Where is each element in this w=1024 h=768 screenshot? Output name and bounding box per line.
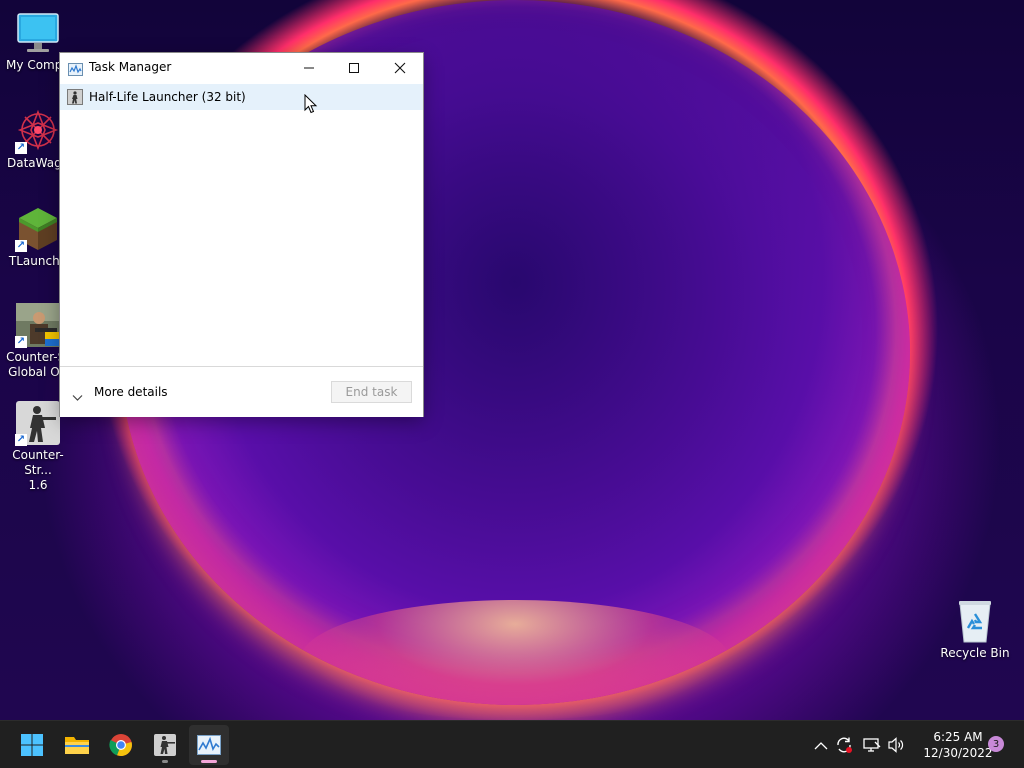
- process-name: Half-Life Launcher (32 bit): [89, 90, 246, 104]
- windows-logo-icon: [21, 734, 43, 756]
- shortcut-arrow-icon: ↗: [15, 240, 27, 252]
- taskbar-chrome[interactable]: [101, 725, 141, 765]
- running-indicator: [162, 760, 168, 763]
- close-icon: [394, 62, 406, 74]
- desktop-icon-label: Counter-Str...: [12, 448, 64, 477]
- chrome-icon: [109, 734, 132, 757]
- start-button[interactable]: [12, 725, 52, 765]
- shortcut-arrow-icon: ↗: [15, 434, 27, 446]
- datawagon-icon: ↗: [15, 108, 61, 154]
- notification-badge[interactable]: 3: [988, 736, 1004, 752]
- mouse-cursor-icon: [304, 93, 318, 114]
- window-title: Task Manager: [89, 60, 172, 74]
- shortcut-arrow-icon: ↗: [15, 142, 27, 154]
- more-details-link[interactable]: More details: [94, 385, 168, 399]
- task-manager-icon: [68, 61, 83, 76]
- counter-strike-icon: ↗: [15, 400, 61, 446]
- task-manager-icon: [197, 735, 221, 755]
- task-manager-footer: More details End task: [60, 366, 423, 417]
- planet-bottom-glow: [300, 600, 730, 720]
- shortcut-arrow-icon: ↗: [15, 336, 27, 348]
- taskbar-task-manager[interactable]: [189, 725, 229, 765]
- show-hidden-icons-chevron-icon[interactable]: [811, 735, 831, 755]
- minimize-button[interactable]: [286, 53, 332, 83]
- network-icon[interactable]: [862, 735, 882, 755]
- folder-icon: [65, 737, 89, 754]
- recycle-bin-icon: [952, 598, 998, 644]
- desktop-icon-label: 1.6: [28, 478, 48, 492]
- taskbar-file-explorer[interactable]: [57, 725, 97, 765]
- maximize-button[interactable]: [331, 53, 377, 83]
- process-list-area: [60, 110, 423, 366]
- task-manager-window[interactable]: Task Manager Half-Life Launcher (32 bit)…: [60, 53, 423, 417]
- end-task-button[interactable]: End task: [331, 381, 412, 403]
- csgo-icon: ↗: [15, 302, 61, 348]
- taskbar: 6:25 AM 12/30/2022 3: [0, 720, 1024, 768]
- process-row[interactable]: Half-Life Launcher (32 bit): [60, 84, 423, 110]
- monitor-icon: [15, 10, 61, 56]
- desktop-icon-recycle-bin[interactable]: Recycle Bin: [937, 598, 1013, 661]
- half-life-icon: [67, 89, 83, 105]
- desktop-icon-label: Recycle Bin: [940, 646, 1010, 660]
- volume-icon[interactable]: [887, 735, 907, 755]
- active-indicator: [201, 760, 217, 763]
- maximize-icon: [349, 63, 359, 73]
- minecraft-grass-block-icon: ↗: [15, 206, 61, 252]
- title-bar[interactable]: Task Manager: [60, 53, 423, 83]
- close-button[interactable]: [377, 53, 423, 83]
- sync-update-icon[interactable]: [834, 735, 854, 755]
- taskbar-counter-strike[interactable]: [145, 725, 185, 765]
- minimize-icon: [304, 67, 314, 69]
- chevron-down-icon[interactable]: [72, 387, 83, 406]
- counter-strike-icon: [154, 734, 176, 756]
